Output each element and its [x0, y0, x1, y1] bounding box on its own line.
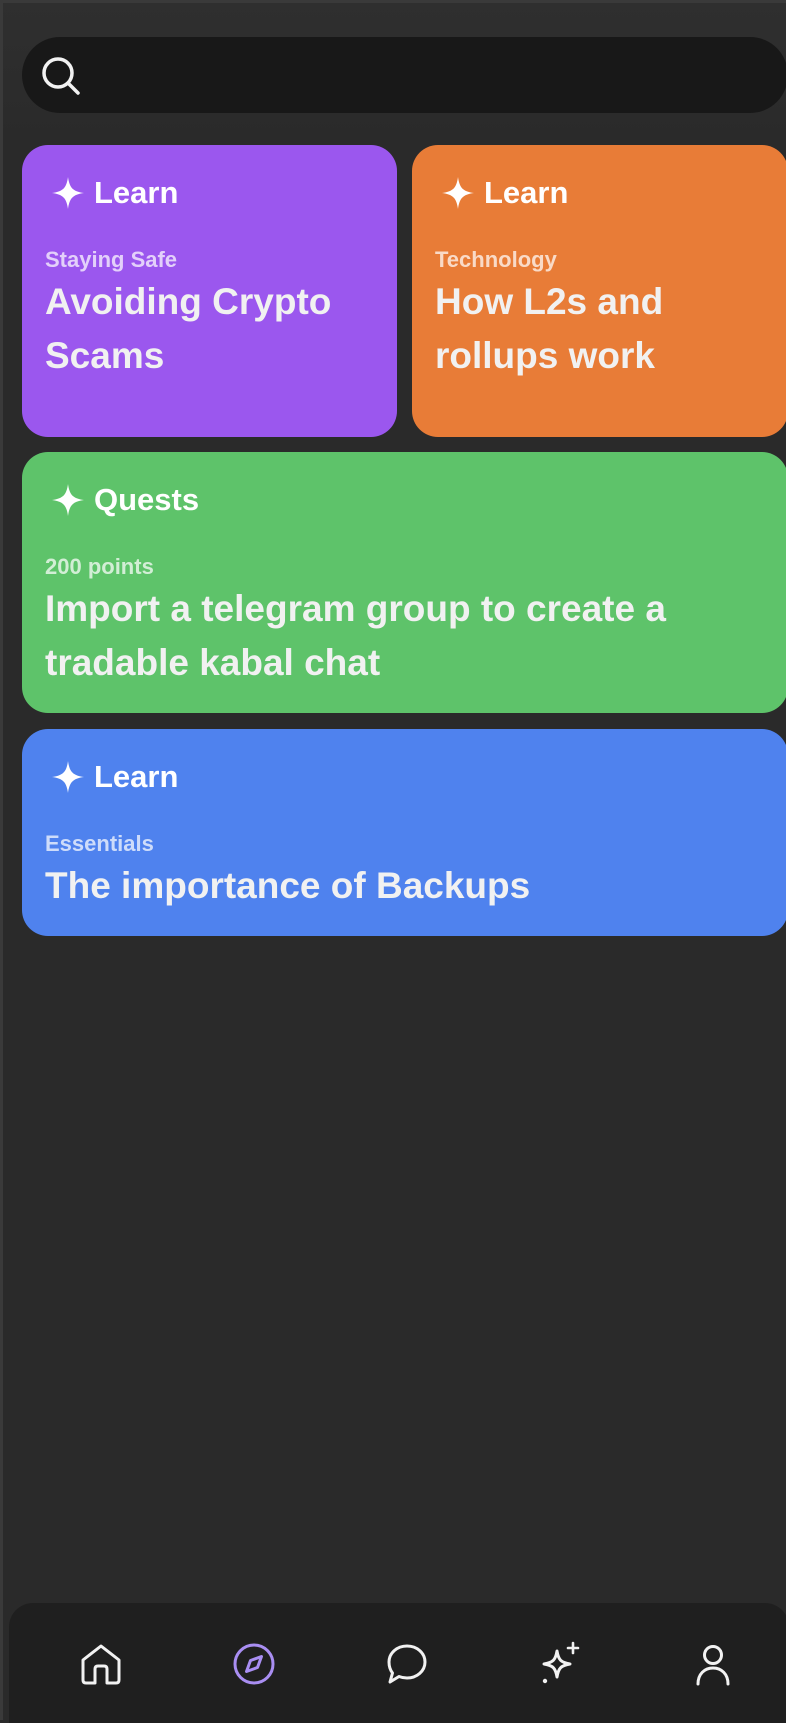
- card-title: The importance of Backups: [45, 865, 531, 906]
- compass-icon: [233, 1643, 275, 1685]
- home-icon: [81, 1644, 121, 1685]
- bottom-tab-bar: [9, 1603, 786, 1723]
- quest-card-telegram-import[interactable]: Quests 200 points Import a telegram grou…: [22, 452, 786, 713]
- profile-icon: [696, 1645, 730, 1686]
- card-kind: Learn: [440, 175, 568, 211]
- chat-bubble-icon: [387, 1644, 427, 1684]
- card-kind-label: Quests: [94, 482, 200, 517]
- card-kind: Learn: [50, 175, 178, 211]
- tab-ai[interactable]: [537, 1641, 583, 1687]
- tab-chat[interactable]: [384, 1641, 430, 1687]
- sparkle-icon: [52, 177, 84, 209]
- card-subtitle: Staying Safe: [45, 247, 178, 272]
- search-icon: [42, 57, 80, 95]
- app-screen: Learn Staying Safe Avoiding Crypto Scams…: [0, 0, 786, 1723]
- sparkle-icon: [52, 761, 84, 793]
- card-title: Avoiding Crypto Scams: [45, 281, 332, 376]
- card-subtitle: 200 points: [45, 554, 154, 579]
- sparkle-icon: [52, 484, 84, 516]
- card-title: How L2s and rollups work: [435, 281, 664, 376]
- card-kind-label: Learn: [94, 759, 179, 794]
- card-kind-label: Learn: [94, 175, 179, 210]
- tab-home[interactable]: [78, 1641, 124, 1687]
- learn-card-l2s-rollups[interactable]: Learn Technology How L2s and rollups wor…: [412, 145, 786, 437]
- card-kind: Quests: [50, 482, 199, 518]
- learn-card-backups[interactable]: Learn Essentials The importance of Backu…: [22, 729, 786, 936]
- card-title: Import a telegram group to create a trad…: [45, 588, 666, 683]
- card-subtitle: Essentials: [45, 831, 154, 856]
- tab-explore[interactable]: [231, 1641, 277, 1687]
- search-bar[interactable]: [22, 37, 786, 113]
- sparkle-icon: [442, 177, 474, 209]
- card-kind: Learn: [50, 759, 178, 795]
- card-subtitle: Technology: [435, 247, 557, 272]
- learn-card-avoiding-crypto-scams[interactable]: Learn Staying Safe Avoiding Crypto Scams: [22, 145, 397, 437]
- tab-profile[interactable]: [690, 1641, 736, 1687]
- card-kind-label: Learn: [484, 175, 569, 210]
- sparkles-icon: [542, 1641, 580, 1684]
